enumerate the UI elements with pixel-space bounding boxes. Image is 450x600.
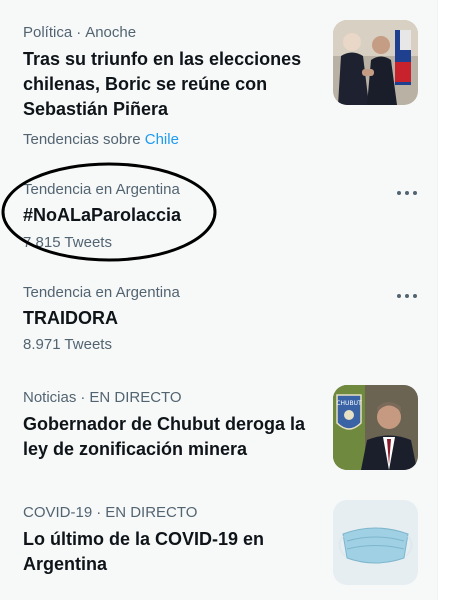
face-mask-photo — [333, 500, 418, 585]
trend-meta: Noticias · EN DIRECTO — [23, 389, 182, 406]
trend-category: COVID-19 — [23, 504, 93, 521]
trend-thumbnail-meeting — [333, 20, 418, 105]
trend-headline: Gobernador de Chubut deroga la ley de zo… — [23, 414, 306, 459]
trend-item-traidora[interactable]: Tendencia en Argentina TRAIDORA 8.971 Tw… — [0, 278, 437, 368]
topic-prefix: Tendencias sobre — [23, 131, 141, 148]
meta-separator: · — [96, 504, 102, 521]
trend-context: Tendencia en Argentina — [23, 284, 180, 301]
trend-item-noalaparolaccia[interactable]: Tendencia en Argentina #NoALaParolaccia … — [0, 175, 437, 265]
trend-tweet-count: 8.971 Tweets — [23, 336, 112, 353]
trend-category: Política — [23, 24, 73, 41]
topic-link-chile[interactable]: Chile — [145, 131, 179, 148]
trend-headline: Tras su triunfo en las elecciones chilen… — [23, 49, 302, 119]
trend-live-label: EN DIRECTO — [89, 389, 182, 406]
trend-name: TRAIDORA — [23, 308, 118, 328]
trend-meta: COVID-19 · EN DIRECTO — [23, 504, 197, 521]
trend-context: Tendencia en Argentina — [23, 181, 180, 198]
meeting-photo — [333, 20, 418, 105]
trend-category: Noticias — [23, 389, 77, 406]
trend-live-label: EN DIRECTO — [105, 504, 198, 521]
trend-meta: Política · Anoche — [23, 24, 136, 41]
trend-headline: Lo último de la COVID-19 en Argentina — [23, 529, 265, 574]
trend-thumbnail-mask — [333, 500, 418, 585]
trend-item-chubut[interactable]: Noticias · EN DIRECTO Gobernador de Chubut… — [0, 380, 437, 480]
trend-item-covid[interactable]: COVID-19 · EN DIRECTO Lo último de la COVI… — [0, 495, 437, 595]
meta-separator: · — [76, 24, 82, 41]
trends-panel: Política · Anoche Tras su triunfo en las e… — [0, 0, 438, 600]
trend-tweet-count: 7.815 Tweets — [23, 234, 112, 251]
more-horizontal-icon[interactable] — [394, 185, 420, 201]
more-horizontal-icon[interactable] — [394, 288, 420, 304]
trend-time: Anoche — [85, 24, 137, 41]
meta-separator: · — [80, 389, 86, 406]
trend-thumbnail-governor: CHUBUT — [333, 385, 418, 470]
trend-name: #NoALaParolaccia — [23, 205, 182, 225]
trend-item-boric[interactable]: Política · Anoche Tras su triunfo en las e… — [0, 0, 437, 160]
trend-topic: Tendencias sobre Chile — [23, 131, 179, 148]
governor-photo: CHUBUT — [333, 385, 418, 470]
badge-text: CHUBUT — [336, 400, 362, 407]
